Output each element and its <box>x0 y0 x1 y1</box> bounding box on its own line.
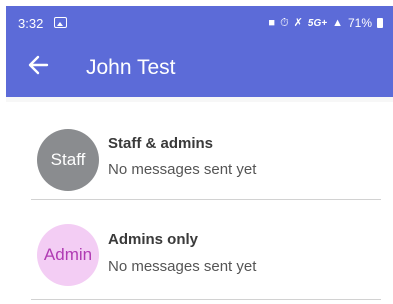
app-screen: 3:32 ■ ⏱ ✗ 5G+ ▲ 71% John Test Staff Sta… <box>6 6 393 304</box>
avatar-label: Staff <box>50 150 86 169</box>
conversation-title: Staff & admins <box>108 135 214 152</box>
network-label: 5G+ <box>307 17 328 29</box>
conversation-subtitle: No messages sent yet <box>108 258 257 275</box>
battery-percent: 71% <box>347 16 372 30</box>
back-arrow-glyph <box>28 55 49 75</box>
back-arrow-icon[interactable] <box>24 54 52 82</box>
alarm-icon: ⏱ <box>280 16 289 29</box>
conversation-title: Admins only <box>108 231 199 248</box>
mute-icon: ✗ <box>293 16 303 29</box>
app-bar: 3:32 ■ ⏱ ✗ 5G+ ▲ 71% John Test <box>6 6 393 97</box>
divider <box>31 199 381 200</box>
toolbar: John Test <box>6 42 393 97</box>
avatar: Staff <box>37 129 99 191</box>
conversation-staff-admins[interactable]: Staff Staff & admins No messages sent ye… <box>6 102 393 200</box>
status-bar: 3:32 ■ ⏱ ✗ 5G+ ▲ 71% <box>6 6 393 42</box>
conversation-list: Staff Staff & admins No messages sent ye… <box>6 102 393 304</box>
divider <box>31 299 381 300</box>
avatar: Admin <box>37 224 99 286</box>
page-title: John Test <box>86 56 176 79</box>
gallery-icon <box>54 17 67 28</box>
conversation-subtitle: No messages sent yet <box>108 161 257 178</box>
notification-icon: ■ <box>268 16 276 29</box>
status-time: 3:32 <box>18 16 44 31</box>
conversation-admins-only[interactable]: Admin Admins only No messages sent yet <box>6 202 393 300</box>
battery-icon <box>377 18 383 28</box>
status-indicators: ■ ⏱ ✗ 5G+ ▲ 71% <box>268 16 383 30</box>
avatar-label: Admin <box>43 245 93 264</box>
signal-icon: ▲ <box>332 16 343 29</box>
